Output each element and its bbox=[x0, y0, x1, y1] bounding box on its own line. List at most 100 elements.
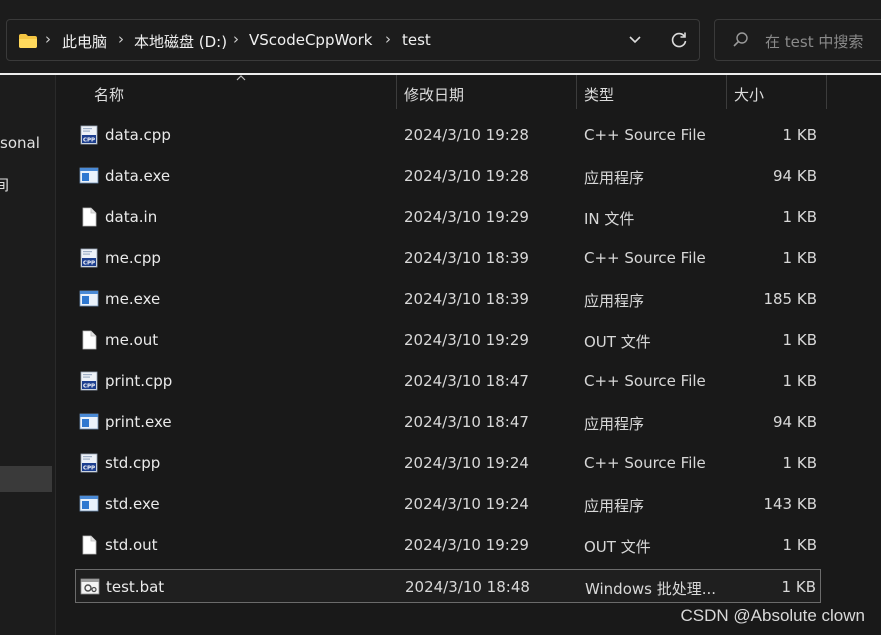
file-date: 2024/3/10 19:24 bbox=[404, 495, 529, 513]
file-size: 1 KB bbox=[782, 331, 817, 349]
toolbar: › 此电脑 › 本地磁盘 (D:) › VScodeCppWork › test… bbox=[0, 0, 881, 74]
exe-file-icon bbox=[79, 494, 99, 514]
svg-text:CPP: CPP bbox=[83, 260, 95, 266]
file-type: 应用程序 bbox=[584, 415, 645, 433]
file-row[interactable]: std.exe 2024/3/10 19:24 应用程序 143 KB bbox=[75, 487, 821, 521]
file-date: 2024/3/10 19:29 bbox=[404, 536, 529, 554]
chevron-down-icon[interactable] bbox=[627, 31, 643, 47]
bat-file-icon bbox=[80, 577, 100, 597]
file-type: IN 文件 bbox=[584, 210, 635, 228]
file-name: data.in bbox=[105, 208, 158, 226]
file-size: 1 KB bbox=[782, 249, 817, 267]
search-placeholder: 在 test 中搜索 bbox=[765, 33, 864, 51]
file-size: 1 KB bbox=[781, 578, 816, 596]
file-type: Windows 批处理... bbox=[585, 580, 717, 598]
file-type: C++ Source File bbox=[584, 126, 706, 144]
file-type: C++ Source File bbox=[584, 454, 706, 472]
file-date: 2024/3/10 19:29 bbox=[404, 331, 529, 349]
file-size: 1 KB bbox=[782, 208, 817, 226]
file-size: 1 KB bbox=[782, 536, 817, 554]
breadcrumb-vscodecppwork[interactable]: VScodeCppWork bbox=[249, 31, 372, 49]
file-size: 143 KB bbox=[763, 495, 817, 513]
svg-text:CPP: CPP bbox=[83, 383, 95, 389]
nav-item-2[interactable]: 间 bbox=[0, 174, 9, 195]
file-size: 94 KB bbox=[773, 167, 817, 185]
file-type: 应用程序 bbox=[584, 292, 645, 310]
blank-file-icon bbox=[79, 330, 99, 350]
breadcrumb-test[interactable]: test bbox=[402, 31, 431, 49]
file-size: 1 KB bbox=[782, 454, 817, 472]
file-date: 2024/3/10 19:28 bbox=[404, 167, 529, 185]
file-type: C++ Source File bbox=[584, 249, 706, 267]
file-row[interactable]: CPP data.cpp 2024/3/10 19:28 C++ Source Fil… bbox=[75, 118, 821, 152]
column-header-date[interactable]: 修改日期 bbox=[397, 75, 576, 109]
svg-text:CPP: CPP bbox=[83, 465, 95, 471]
cpp-file-icon: CPP bbox=[79, 453, 99, 473]
file-name: std.exe bbox=[105, 495, 160, 513]
file-row[interactable]: CPP std.cpp 2024/3/10 19:24 C++ Source File… bbox=[75, 446, 821, 480]
chevron-right-icon: › bbox=[118, 30, 124, 48]
nav-item-personal[interactable]: sonal bbox=[0, 134, 40, 152]
file-row[interactable]: CPP me.cpp 2024/3/10 18:39 C++ Source File 1… bbox=[75, 241, 821, 275]
column-header-date-label: 修改日期 bbox=[404, 86, 465, 104]
address-bar[interactable]: › 此电脑 › 本地磁盘 (D:) › VScodeCppWork › test bbox=[6, 19, 700, 61]
exe-file-icon bbox=[79, 289, 99, 309]
column-divider[interactable] bbox=[826, 75, 827, 109]
file-row[interactable]: data.exe 2024/3/10 19:28 应用程序 94 KB bbox=[75, 159, 821, 193]
watermark: CSDN @Absolute clown bbox=[680, 606, 866, 625]
file-row[interactable]: data.in 2024/3/10 19:29 IN 文件 1 KB bbox=[75, 200, 821, 234]
file-size: 1 KB bbox=[782, 372, 817, 390]
blank-file-icon bbox=[79, 207, 99, 227]
file-name: test.bat bbox=[106, 578, 165, 596]
file-size: 1 KB bbox=[782, 126, 817, 144]
file-row[interactable]: CPP print.cpp 2024/3/10 18:47 C++ Source Fi… bbox=[75, 364, 821, 398]
file-row[interactable]: std.out 2024/3/10 19:29 OUT 文件 1 KB bbox=[75, 528, 821, 562]
breadcrumb-drive-d[interactable]: 本地磁盘 (D:) bbox=[134, 31, 227, 52]
cpp-file-icon: CPP bbox=[79, 125, 99, 145]
file-date: 2024/3/10 18:39 bbox=[404, 249, 529, 267]
file-date: 2024/3/10 19:28 bbox=[404, 126, 529, 144]
navigation-pane: sonal 间 bbox=[0, 75, 56, 635]
file-row[interactable]: print.exe 2024/3/10 18:47 应用程序 94 KB bbox=[75, 405, 821, 439]
file-size: 185 KB bbox=[763, 290, 817, 308]
file-name: print.cpp bbox=[105, 372, 173, 390]
column-header-size[interactable]: 大小 bbox=[727, 75, 826, 109]
column-header-type-label: 类型 bbox=[584, 86, 615, 104]
file-date: 2024/3/10 18:48 bbox=[405, 578, 530, 596]
nav-item-selected[interactable] bbox=[0, 466, 52, 492]
column-header-name-label: 名称 bbox=[94, 86, 125, 104]
column-header-name[interactable]: 名称 bbox=[78, 75, 396, 109]
file-name: std.out bbox=[105, 536, 158, 554]
file-name: me.out bbox=[105, 331, 159, 349]
file-row[interactable]: me.out 2024/3/10 19:29 OUT 文件 1 KB bbox=[75, 323, 821, 357]
file-type: OUT 文件 bbox=[584, 333, 651, 351]
exe-file-icon bbox=[79, 412, 99, 432]
file-type: C++ Source File bbox=[584, 372, 706, 390]
file-row[interactable]: me.exe 2024/3/10 18:39 应用程序 185 KB bbox=[75, 282, 821, 316]
file-date: 2024/3/10 19:24 bbox=[404, 454, 529, 472]
refresh-icon[interactable] bbox=[669, 30, 689, 50]
cpp-file-icon: CPP bbox=[79, 248, 99, 268]
column-header-type[interactable]: 类型 bbox=[577, 75, 726, 109]
file-date: 2024/3/10 18:47 bbox=[404, 413, 529, 431]
cpp-file-icon: CPP bbox=[79, 371, 99, 391]
column-header-size-label: 大小 bbox=[734, 86, 765, 104]
search-box[interactable]: 在 test 中搜索 bbox=[714, 19, 881, 61]
svg-text:CPP: CPP bbox=[83, 137, 95, 143]
file-size: 94 KB bbox=[773, 413, 817, 431]
file-row[interactable]: test.bat 2024/3/10 18:48 Windows 批处理... 1 K… bbox=[75, 569, 821, 603]
exe-file-icon bbox=[79, 166, 99, 186]
file-date: 2024/3/10 19:29 bbox=[404, 208, 529, 226]
file-name: std.cpp bbox=[105, 454, 161, 472]
file-type: OUT 文件 bbox=[584, 538, 651, 556]
breadcrumb-this-pc[interactable]: 此电脑 bbox=[62, 31, 107, 52]
folder-icon bbox=[19, 34, 37, 48]
file-date: 2024/3/10 18:47 bbox=[404, 372, 529, 390]
file-type: 应用程序 bbox=[584, 497, 645, 515]
file-type: 应用程序 bbox=[584, 169, 645, 187]
chevron-right-icon: › bbox=[385, 30, 391, 48]
file-name: me.cpp bbox=[105, 249, 161, 267]
file-name: data.cpp bbox=[105, 126, 171, 144]
search-icon bbox=[733, 32, 748, 47]
file-name: print.exe bbox=[105, 413, 172, 431]
